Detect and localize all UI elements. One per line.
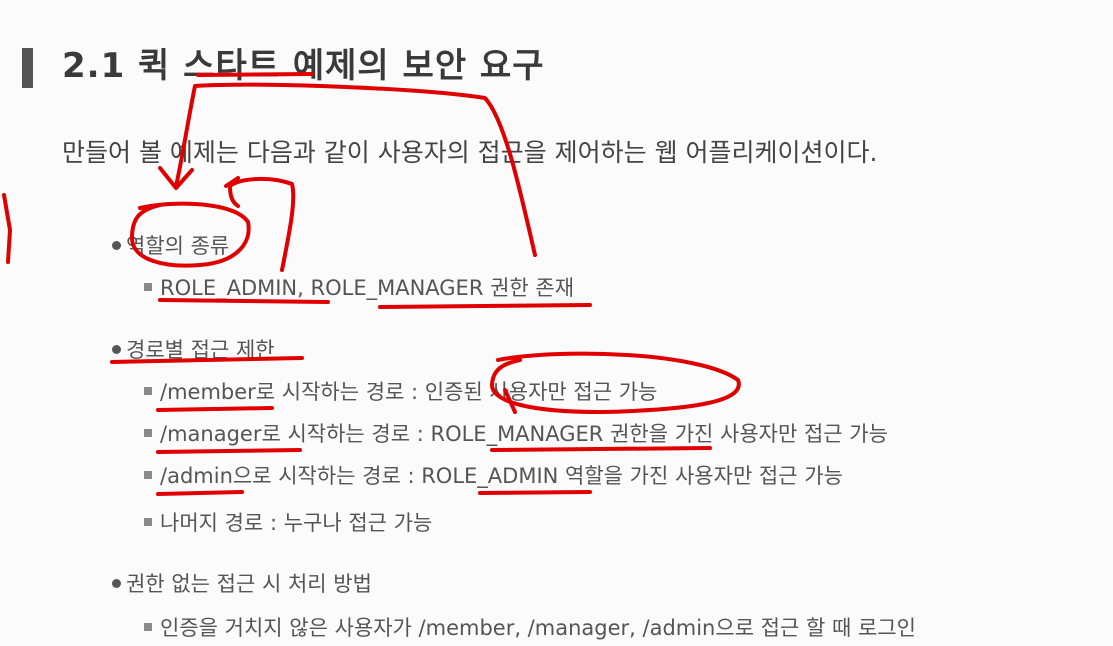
title-marker [22,48,33,88]
annotation-left-edge-mark [2,193,12,264]
list-item-text: /member로 시작하는 경로 : 인증된 사용자만 접근 가능 [160,380,658,404]
bullet-heading: 역할의 종류 [126,234,230,258]
annotation-arrow-from-role-admin [224,176,296,272]
list-item-text: 나머지 경로 : 누구나 접근 가능 [160,511,433,535]
section-title: 2.1 퀵 스타트 예제의 보안 요구 [62,46,545,86]
list-item: /member로 시작하는 경로 : 인증된 사용자만 접근 가능 [144,376,657,406]
list-item-text: /admin으로 시작하는 경로 : ROLE_ADMIN 역할을 가진 사용자… [160,464,843,488]
bullet-unauthorized-handling: 권한 없는 접근 시 처리 방법 [112,568,372,598]
bullet-roles: 역할의 종류 [112,230,229,260]
bullet-heading: 경로별 접근 제한 [126,338,275,362]
list-item-text: ROLE_ADMIN, ROLE_MANAGER 권한 존재 [160,276,575,300]
list-item: 인증을 거치지 않은 사용자가 /member, /manager, /admi… [144,612,916,642]
bullet-dot [112,240,121,250]
list-item: /admin으로 시작하는 경로 : ROLE_ADMIN 역할을 가진 사용자… [144,460,843,490]
annotation-underline-manager [156,448,302,454]
list-item-text: /manager로 시작하는 경로 : ROLE_MANAGER 권한을 가진 … [160,422,888,446]
bullet-path-restrictions: 경로별 접근 제한 [112,334,275,364]
list-item: /manager로 시작하는 경로 : ROLE_MANAGER 권한을 가진 … [144,418,888,448]
annotation-underline-role-admin-path [478,490,592,495]
annotation-underline-role-manager [378,303,592,309]
annotation-underline-member [156,406,274,412]
square-bullet [144,623,152,631]
annotation-underline-role-manager-path [490,446,712,452]
intro-paragraph: 만들어 볼 예제는 다음과 같이 사용자의 접근을 제어하는 웹 어플리케이션이… [62,138,878,167]
document-page: 2.1 퀵 스타트 예제의 보안 요구 만들어 볼 예제는 다음과 같이 사용자… [0,0,1113,646]
bullet-dot [112,344,121,354]
square-bullet [144,429,152,437]
bullet-dot [112,578,121,588]
square-bullet [144,283,152,291]
red-pen-annotations [2,72,741,496]
list-item: 나머지 경로 : 누구나 접근 가능 [144,507,432,537]
annotation-underline-admin [156,490,244,496]
bullet-heading: 권한 없는 접근 시 처리 방법 [126,572,372,596]
list-item-text: 인증을 거치지 않은 사용자가 /member, /manager, /admi… [160,616,916,640]
square-bullet [144,518,152,526]
square-bullet [144,471,152,479]
list-item: ROLE_ADMIN, ROLE_MANAGER 권한 존재 [144,272,574,302]
square-bullet [144,387,152,395]
